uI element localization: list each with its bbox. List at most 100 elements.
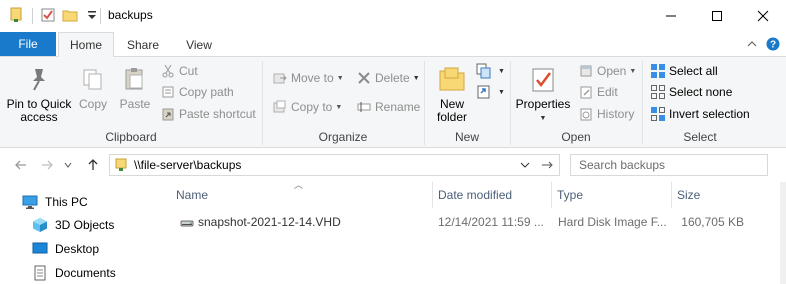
address-history-dropdown[interactable] bbox=[517, 157, 533, 173]
svg-text:?: ? bbox=[770, 40, 776, 51]
delete-button[interactable]: Delete ▼ bbox=[356, 68, 420, 88]
window-title: backups bbox=[108, 8, 153, 22]
select-all-button[interactable]: Select all bbox=[650, 61, 718, 81]
table-row[interactable]: snapshot-2021-12-14.VHD 12/14/2021 11:59… bbox=[170, 212, 770, 234]
close-icon bbox=[757, 10, 769, 22]
nav-item-label: This PC bbox=[45, 195, 88, 209]
address-path: \\file-server\backups bbox=[134, 158, 242, 172]
this-pc-icon bbox=[22, 194, 38, 210]
back-button[interactable] bbox=[12, 156, 30, 174]
documents-icon bbox=[32, 265, 48, 281]
edit-button[interactable]: Edit bbox=[578, 82, 618, 102]
forward-button[interactable] bbox=[38, 156, 56, 174]
history-button[interactable]: History bbox=[578, 104, 634, 124]
open-button[interactable]: Open ▼ bbox=[578, 61, 636, 81]
recent-locations-button[interactable] bbox=[62, 156, 74, 174]
refresh-icon bbox=[542, 161, 553, 169]
tab-share[interactable]: Share bbox=[118, 32, 168, 57]
copy-path-label: Copy path bbox=[179, 85, 234, 99]
select-none-icon bbox=[650, 84, 666, 100]
new-item-button[interactable]: ▼ bbox=[476, 61, 505, 81]
help-icon: ? bbox=[766, 37, 780, 51]
select-group-label: Select bbox=[683, 130, 717, 144]
cut-button[interactable]: Cut bbox=[160, 61, 198, 81]
copy-path-button[interactable]: Copy path bbox=[160, 82, 234, 102]
close-button[interactable] bbox=[740, 0, 786, 32]
nav-item-desktop[interactable]: Desktop bbox=[32, 238, 99, 260]
address-bar[interactable]: \\file-server\backups bbox=[109, 154, 560, 176]
move-to-label: Move to bbox=[291, 71, 334, 85]
copy-button[interactable]: Copy bbox=[74, 63, 112, 111]
maximize-button[interactable] bbox=[694, 0, 740, 32]
vertical-scrollbar[interactable] bbox=[780, 182, 786, 284]
column-header-name[interactable]: Name bbox=[170, 182, 432, 208]
navigation-pane: This PC 3D Objects Desktop Documents bbox=[0, 182, 160, 284]
select-none-button[interactable]: Select none bbox=[650, 82, 732, 102]
quick-access-properties-icon[interactable] bbox=[8, 7, 24, 23]
paste-shortcut-label: Paste shortcut bbox=[179, 107, 256, 121]
column-header-date-modified[interactable]: Date modified bbox=[432, 182, 550, 208]
move-to-icon bbox=[272, 70, 288, 86]
open-label: Open bbox=[597, 64, 627, 78]
properties-icon bbox=[527, 63, 559, 95]
back-arrow-icon bbox=[15, 160, 26, 170]
tab-home[interactable]: Home bbox=[58, 32, 114, 57]
tab-file[interactable]: File bbox=[0, 32, 56, 56]
rename-button[interactable]: Rename bbox=[356, 97, 420, 117]
expand-ribbon-button[interactable] bbox=[744, 36, 760, 52]
delete-label: Delete bbox=[375, 71, 410, 85]
column-header-type[interactable]: Type bbox=[551, 182, 671, 208]
pin-icon bbox=[23, 63, 55, 95]
edit-icon bbox=[578, 84, 594, 100]
search-input[interactable] bbox=[579, 157, 759, 173]
easy-access-icon bbox=[476, 84, 492, 100]
new-folder-button[interactable]: New folder bbox=[430, 63, 474, 124]
minimize-button[interactable] bbox=[648, 0, 694, 32]
properties-label: Properties bbox=[515, 97, 571, 111]
nav-item-label: Desktop bbox=[55, 242, 100, 256]
nav-item-label: 3D Objects bbox=[55, 218, 115, 232]
refresh-button[interactable] bbox=[539, 157, 555, 173]
cut-label: Cut bbox=[179, 64, 198, 78]
new-folder-icon bbox=[436, 63, 468, 95]
move-to-button[interactable]: Move to ▼ bbox=[272, 68, 344, 88]
file-size: 160,705 KB bbox=[681, 215, 744, 229]
chevron-down-icon bbox=[520, 162, 530, 168]
invert-selection-button[interactable]: Invert selection bbox=[650, 104, 750, 124]
up-button[interactable] bbox=[84, 156, 102, 174]
nav-item-3d-objects[interactable]: 3D Objects bbox=[32, 214, 114, 236]
pin-label: Pin to Quick access bbox=[6, 97, 72, 124]
pin-to-quick-access-button[interactable]: Pin to Quick access bbox=[4, 63, 74, 124]
customize-toolbar-chevron-icon[interactable] bbox=[84, 7, 100, 23]
scissors-icon bbox=[160, 63, 176, 79]
easy-access-button[interactable]: ▼ bbox=[476, 82, 505, 102]
clipboard-group-label: Clipboard bbox=[105, 130, 157, 144]
paste-shortcut-button[interactable]: Paste shortcut bbox=[160, 104, 256, 124]
delete-x-icon bbox=[356, 70, 372, 86]
nav-item-documents[interactable]: Documents bbox=[32, 262, 116, 284]
search-box[interactable] bbox=[570, 154, 768, 176]
ribbon-tabs: File Home Share View ? bbox=[0, 32, 786, 57]
select-none-label: Select none bbox=[669, 85, 733, 99]
column-header-size[interactable]: Size bbox=[671, 182, 771, 208]
paste-shortcut-icon bbox=[160, 106, 176, 122]
properties-button[interactable]: Properties ▼ bbox=[514, 63, 572, 125]
vhd-file-icon bbox=[180, 216, 194, 233]
copy-to-button[interactable]: Copy to ▼ bbox=[272, 97, 342, 117]
nav-item-this-pc[interactable]: This PC bbox=[22, 191, 88, 213]
paste-button[interactable]: Paste bbox=[114, 63, 156, 111]
quick-access-checklist-icon[interactable] bbox=[40, 7, 56, 23]
quick-access-new-folder-icon[interactable] bbox=[62, 7, 78, 23]
chevron-down-icon bbox=[64, 162, 72, 168]
tab-view[interactable]: View bbox=[176, 32, 222, 57]
navigation-bar: \\file-server\backups bbox=[0, 148, 786, 182]
invert-selection-label: Invert selection bbox=[669, 107, 750, 121]
organize-group-label: Organize bbox=[318, 130, 368, 144]
copy-label: Copy bbox=[78, 97, 107, 111]
copy-icon bbox=[77, 63, 109, 95]
history-icon bbox=[578, 106, 594, 122]
help-button[interactable]: ? bbox=[765, 36, 781, 52]
desktop-icon bbox=[32, 241, 48, 257]
rename-icon bbox=[356, 99, 372, 115]
up-arrow-icon bbox=[88, 159, 98, 170]
